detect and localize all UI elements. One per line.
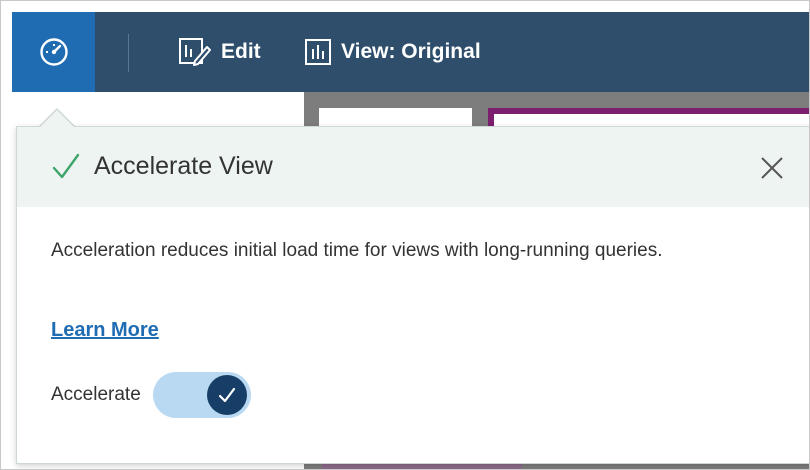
popup-body: Acceleration reduces initial load time f… (51, 237, 791, 418)
accelerate-view-popup: Accelerate View Acceleration reduces ini… (16, 126, 810, 464)
learn-more-link[interactable]: Learn More (51, 319, 159, 342)
toolbar-divider (128, 34, 129, 72)
accelerate-toggle-label: Accelerate (51, 384, 141, 405)
popup-header: Accelerate View (17, 127, 810, 207)
toggle-check-icon (218, 387, 235, 403)
close-icon[interactable] (759, 155, 785, 181)
gauge-icon (39, 38, 68, 66)
top-toolbar: Edit View: Original (12, 12, 810, 92)
view-label: View: Original (341, 40, 481, 63)
edit-label: Edit (221, 40, 261, 63)
accelerate-toggle-row: Accelerate (51, 369, 251, 421)
app-frame: Edit View: Original Accelerate View Acce… (0, 0, 810, 470)
check-icon (52, 153, 80, 179)
popup-pointer-fill (39, 110, 75, 128)
view-original-button[interactable]: View: Original (304, 12, 481, 92)
performance-button[interactable] (12, 12, 95, 92)
edit-button[interactable]: Edit (178, 12, 261, 92)
bar-chart-icon (305, 39, 331, 65)
popup-title: Accelerate View (94, 152, 273, 180)
accelerate-toggle[interactable] (152, 372, 251, 418)
toggle-knob (206, 375, 247, 415)
popup-description: Acceleration reduces initial load time f… (51, 240, 663, 261)
edit-pencil-icon (179, 38, 211, 66)
